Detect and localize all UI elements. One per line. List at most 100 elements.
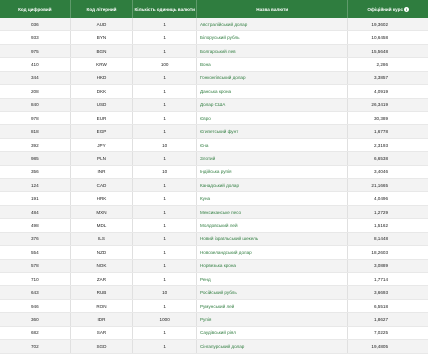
digital-code-cell: 946	[0, 304, 70, 309]
letter-code-cell: PLN	[97, 155, 106, 161]
official-rate-cell: 19,4805	[347, 340, 428, 353]
official-rate-cell: 19,3602	[347, 18, 428, 31]
currency-name-cell: Мексиканське песо	[195, 205, 347, 219]
digital-code-cell: 554	[30, 249, 39, 255]
official-rate-cell: 10,6458	[347, 31, 428, 44]
table-row: 191 HRK 1 Куна 4,0496	[0, 192, 428, 206]
currency-name-link[interactable]: Мексиканське песо	[200, 210, 241, 215]
official-rate-cell: 1,8627	[347, 313, 428, 326]
currency-name-link[interactable]: Євро	[200, 116, 211, 121]
table-row: 975 BGN 1 Болгарський лев 15,5648	[0, 44, 428, 59]
currency-name-cell: Єна	[195, 138, 347, 152]
currency-name-link[interactable]: Куна	[200, 196, 210, 201]
units-cell: 10	[132, 138, 196, 152]
currency-name-link[interactable]: Австралійський долар	[200, 22, 247, 27]
digital-code-cell: 208	[0, 89, 70, 94]
header-units-label: Кількість одиниць валюти	[134, 6, 195, 12]
digital-code-cell: 360	[0, 317, 70, 322]
units-cell: 100	[160, 61, 169, 67]
table-row: 376 ILS 1 Новий ізраїльський шекель 8,1448	[0, 232, 428, 247]
letter-code-cell: HRK	[96, 196, 107, 202]
official-rate-cell: 7,0225	[347, 326, 428, 340]
currency-name-cell: Новозеландський долар	[195, 246, 347, 259]
units-cell: 1	[132, 44, 196, 58]
currency-name-link[interactable]: Гонконгівський долар	[200, 75, 246, 80]
currency-name-link[interactable]: Єна	[200, 143, 208, 148]
currency-name-link[interactable]: Вона	[200, 62, 211, 67]
official-rate-cell: 10,6458	[371, 35, 389, 41]
info-icon[interactable]: i	[404, 6, 410, 12]
letter-code-cell: HRK	[69, 192, 133, 205]
letter-code-cell: RUB	[69, 286, 133, 299]
currency-name-link[interactable]: Злотий	[200, 156, 215, 161]
official-rate-cell: 1,8627	[373, 316, 389, 322]
currency-name-link[interactable]: Ренд	[200, 277, 211, 282]
units-cell: 1	[163, 35, 166, 41]
units-cell: 1	[132, 246, 196, 259]
digital-code-cell: 840	[30, 102, 39, 108]
digital-code-cell: 191	[30, 196, 39, 202]
official-rate-cell: 15,5648	[347, 44, 428, 58]
digital-code-cell: 578	[0, 263, 70, 268]
digital-code-cell: 710	[0, 277, 70, 282]
table-body: 036 AUD 1 Австралійський долар 19,3602 933 BYN…	[0, 18, 428, 354]
currency-name-link[interactable]: Канадський долар	[200, 183, 239, 188]
letter-code-cell: JPY	[97, 142, 106, 148]
digital-code-cell: 818	[0, 129, 70, 134]
table-row: 344 HKD 1 Гонконгівський долар 3,3857	[0, 71, 428, 86]
digital-code-cell: 410	[30, 61, 39, 67]
official-rate-cell: 4,0919	[373, 88, 389, 94]
letter-code-cell: JPY	[69, 138, 133, 152]
table-row: 643 RUB 10 Російський рубль 3,6693	[0, 286, 428, 300]
currency-name-cell: Долар США	[195, 98, 347, 111]
digital-code-cell: 578	[30, 263, 39, 269]
currency-name-link[interactable]: Єгипетський фунт	[200, 129, 238, 134]
currency-name-link[interactable]: Новозеландський долар	[200, 250, 252, 255]
units-cell: 1	[132, 273, 196, 286]
official-rate-cell: 3,3857	[347, 71, 428, 85]
currency-name-link[interactable]: Саудівський ріял	[200, 330, 236, 335]
digital-code-cell: 392	[0, 143, 70, 148]
currency-name-link[interactable]: Болгарський лев	[200, 49, 236, 54]
currency-name-link[interactable]: Індійська рупія	[200, 169, 232, 174]
table-header: Код цифровий Код літерний Кількість один…	[0, 0, 428, 18]
currency-name-link[interactable]: Молдовський лей	[200, 223, 238, 228]
currency-name-link[interactable]: Долар США	[200, 102, 225, 107]
official-rate-cell: 26,3419	[371, 102, 389, 108]
currency-name-cell: Молдовський лей	[195, 219, 347, 232]
official-rate-cell: 30,389	[347, 111, 428, 125]
units-cell: 1	[132, 219, 196, 232]
units-cell: 1	[132, 31, 196, 44]
official-rate-cell: 1,2729	[347, 205, 428, 219]
digital-code-cell: 484	[30, 209, 39, 215]
digital-code-cell: 356	[30, 169, 39, 175]
units-cell: 1	[132, 71, 196, 85]
units-cell: 1	[163, 155, 166, 161]
units-cell: 1	[163, 129, 166, 135]
currency-name-link[interactable]: Рупія	[200, 317, 211, 322]
official-rate-cell: 3,0889	[347, 259, 428, 273]
units-cell: 1	[132, 179, 196, 192]
units-cell: 1	[163, 48, 166, 54]
digital-code-cell: 643	[30, 290, 39, 296]
letter-code-cell: ZAR	[69, 273, 133, 286]
currency-name-link[interactable]: Білоруський рубль	[200, 35, 240, 40]
units-cell: 1	[163, 102, 166, 108]
currency-name-link[interactable]: Норвезька крона	[200, 263, 236, 268]
units-cell: 1	[163, 343, 166, 349]
currency-name-link[interactable]: Російський рубль	[200, 290, 237, 295]
currency-name-link[interactable]: Сінгапурський долар	[200, 344, 244, 349]
digital-code-cell: 191	[0, 196, 70, 201]
units-cell: 10	[132, 286, 196, 299]
letter-code-cell: BGN	[69, 44, 133, 58]
official-rate-cell: 3,6693	[373, 290, 389, 296]
units-cell: 1	[163, 88, 166, 94]
letter-code-cell: PLN	[69, 152, 133, 165]
table-row: 410 KRW 100 Вона 2,286	[0, 58, 428, 72]
currency-name-link[interactable]: Новий ізраїльський шекель	[200, 236, 258, 241]
units-cell: 1	[132, 340, 196, 353]
units-cell: 1	[163, 330, 166, 336]
currency-name-link[interactable]: Румунський лей	[200, 304, 234, 309]
official-rate-cell: 6,5518	[373, 303, 389, 309]
currency-name-link[interactable]: Данська крона	[200, 89, 231, 94]
